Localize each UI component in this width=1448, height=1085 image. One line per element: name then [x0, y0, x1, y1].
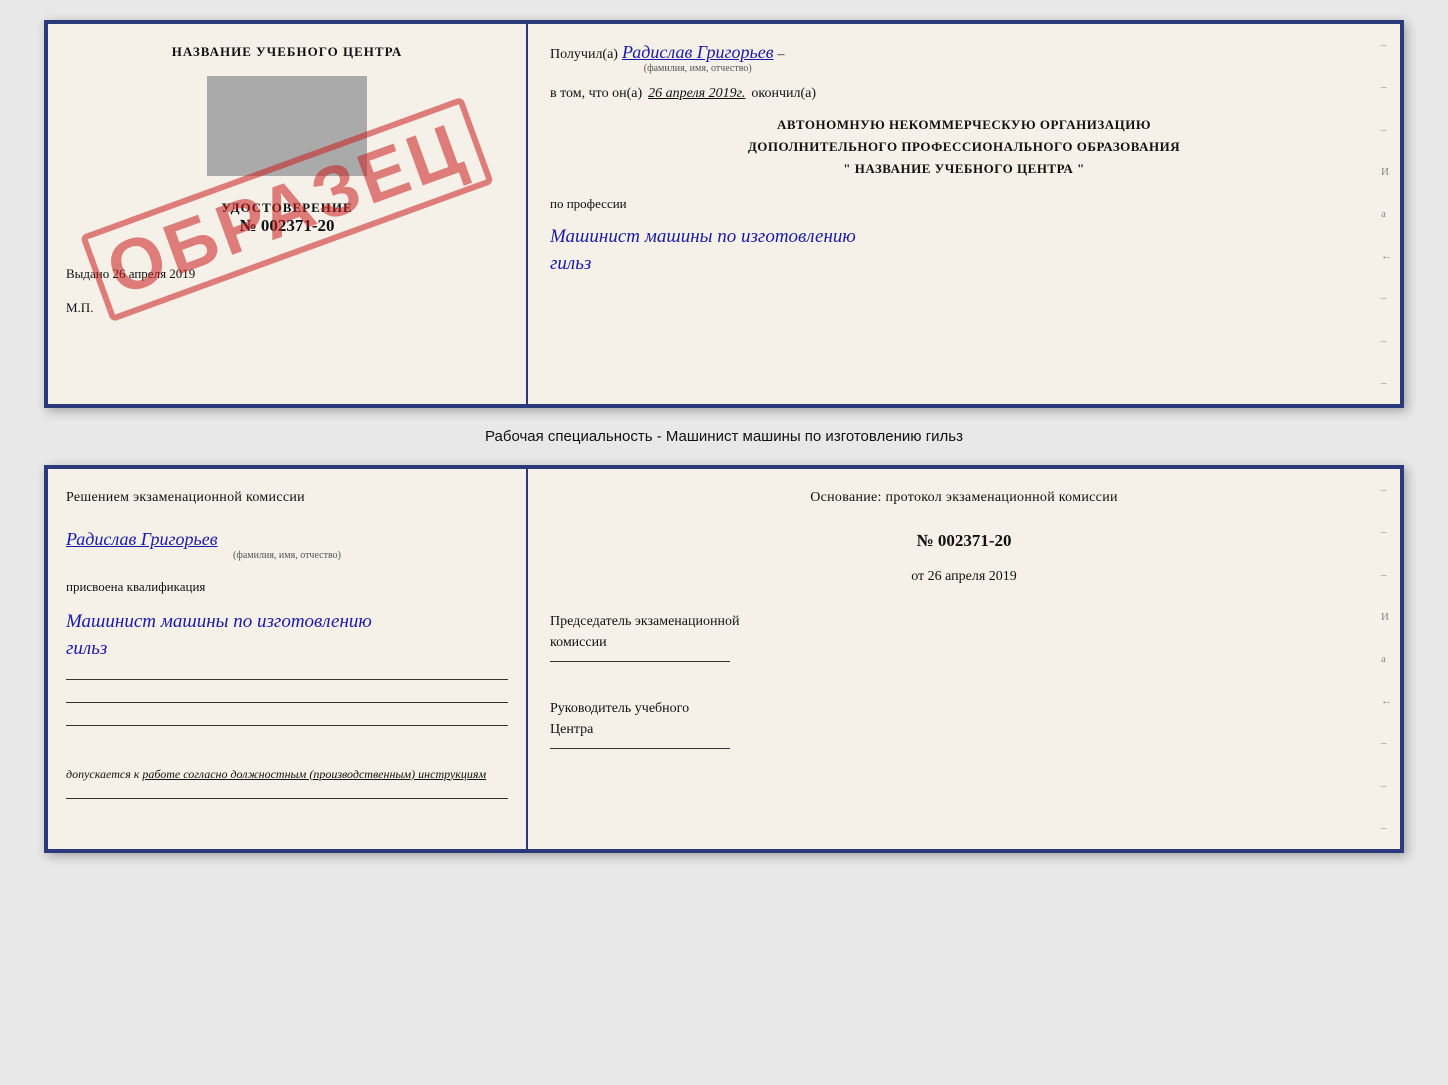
predsedatel-text: Председатель экзаменационной комиссии	[550, 611, 1378, 670]
vydano-line: Выдано 26 апреля 2019	[66, 266, 508, 282]
udostoverenie-number: № 002371-20	[66, 216, 508, 236]
qual-line2: гильз	[66, 638, 107, 659]
bottom-right-panel: Основание: протокол экзаменационной коми…	[528, 469, 1400, 849]
org-line2: ДОПОЛНИТЕЛЬНОГО ПРОФЕССИОНАЛЬНОГО ОБРАЗО…	[550, 136, 1378, 158]
bottom-line-1	[66, 679, 508, 680]
bottom-line-4	[66, 798, 508, 799]
po-professii-label: по профессии	[550, 196, 1378, 212]
udostoverenie-block: УДОСТОВЕРЕНИЕ № 002371-20	[66, 200, 508, 236]
fio-subtitle-bottom: (фамилия, имя, отчество)	[233, 550, 341, 561]
mp-label: М.П.	[66, 300, 508, 316]
dopusk-prefix: допускается к	[66, 767, 139, 781]
okonchil-label: окончил(а)	[751, 86, 816, 102]
profession-line2: гильз	[550, 253, 591, 274]
protocol-number: № 002371-20	[550, 531, 1378, 551]
working-specialty-label: Рабочая специальность - Машинист машины …	[485, 426, 963, 447]
vtom-line: в том, что он(а) 26 апреля 2019г. окончи…	[550, 86, 1378, 102]
bottom-line-3	[66, 725, 508, 726]
qual-line1: Машинист машины по изготовлению	[66, 611, 372, 632]
udostoverenie-label: УДОСТОВЕРЕНИЕ	[66, 200, 508, 216]
ot-date-line: от 26 апреля 2019	[550, 569, 1378, 585]
prisvoena-label: присвоена квалификация	[66, 579, 508, 595]
bottom-line-2	[66, 702, 508, 703]
org-line3: " НАЗВАНИЕ УЧЕБНОГО ЦЕНТРА "	[550, 158, 1378, 180]
ruk-line2: Центра	[550, 719, 1378, 740]
predsedatel-signature	[550, 661, 730, 662]
poluchil-label: Получил(а)	[550, 47, 618, 63]
vtom-label: в том, что он(а)	[550, 86, 642, 102]
org-block: АВТОНОМНУЮ НЕКОММЕРЧЕСКУЮ ОРГАНИЗАЦИЮ ДО…	[550, 114, 1378, 180]
osnovanie-text: Основание: протокол экзаменационной коми…	[550, 487, 1378, 509]
ruk-line1: Руководитель учебного	[550, 698, 1378, 719]
photo-placeholder	[207, 76, 367, 176]
poluchil-name: Радислав Григорьев	[622, 42, 774, 63]
vydano-label: Выдано	[66, 266, 109, 281]
bottom-side-marks: – – – И а ← – – –	[1381, 469, 1392, 849]
qualification-text: Машинист машины по изготовлению гильз	[66, 609, 508, 662]
pred-line1: Председатель экзаменационной	[550, 611, 1378, 632]
dopusk-text: допускается к работе согласно должностны…	[66, 766, 508, 783]
top-center-title: НАЗВАНИЕ УЧЕБНОГО ЦЕНТРА	[66, 44, 508, 60]
bottom-document: Решением экзаменационной комиссии Радисл…	[44, 465, 1404, 853]
person-name: Радислав Григорьев	[66, 529, 218, 550]
profession-line1: Машинист машины по изготовлению	[550, 226, 856, 247]
org-line1: АВТОНОМНУЮ НЕКОММЕРЧЕСКУЮ ОРГАНИЗАЦИЮ	[550, 114, 1378, 136]
dash1: –	[778, 47, 785, 63]
pred-line2: комиссии	[550, 632, 1378, 653]
ot-label: от	[911, 569, 924, 584]
fam-label: (фамилия, имя, отчество)	[644, 63, 752, 74]
rukovoditel-text: Руководитель учебного Центра	[550, 698, 1378, 757]
profession-text: Машинист машины по изготовлению гильз	[550, 224, 1378, 277]
ot-date-val: 26 апреля 2019	[928, 569, 1017, 584]
vtom-date: 26 апреля 2019г.	[648, 86, 745, 102]
vydano-date: 26 апреля 2019	[113, 266, 196, 281]
rukovoditel-signature	[550, 748, 730, 749]
poluchil-line: Получил(а) Радислав Григорьев (фамилия, …	[550, 42, 1378, 74]
side-marks: – – – И а ← – – –	[1381, 24, 1392, 404]
top-left-panel: НАЗВАНИЕ УЧЕБНОГО ЦЕНТРА УДОСТОВЕРЕНИЕ №…	[48, 24, 528, 404]
dopusk-main: работе согласно должностным (производств…	[142, 767, 486, 781]
resheniem-text: Решением экзаменационной комиссии	[66, 487, 508, 509]
top-right-panel: Получил(а) Радислав Григорьев (фамилия, …	[528, 24, 1400, 404]
bottom-left-panel: Решением экзаменационной комиссии Радисл…	[48, 469, 528, 849]
top-document: НАЗВАНИЕ УЧЕБНОГО ЦЕНТРА УДОСТОВЕРЕНИЕ №…	[44, 20, 1404, 408]
